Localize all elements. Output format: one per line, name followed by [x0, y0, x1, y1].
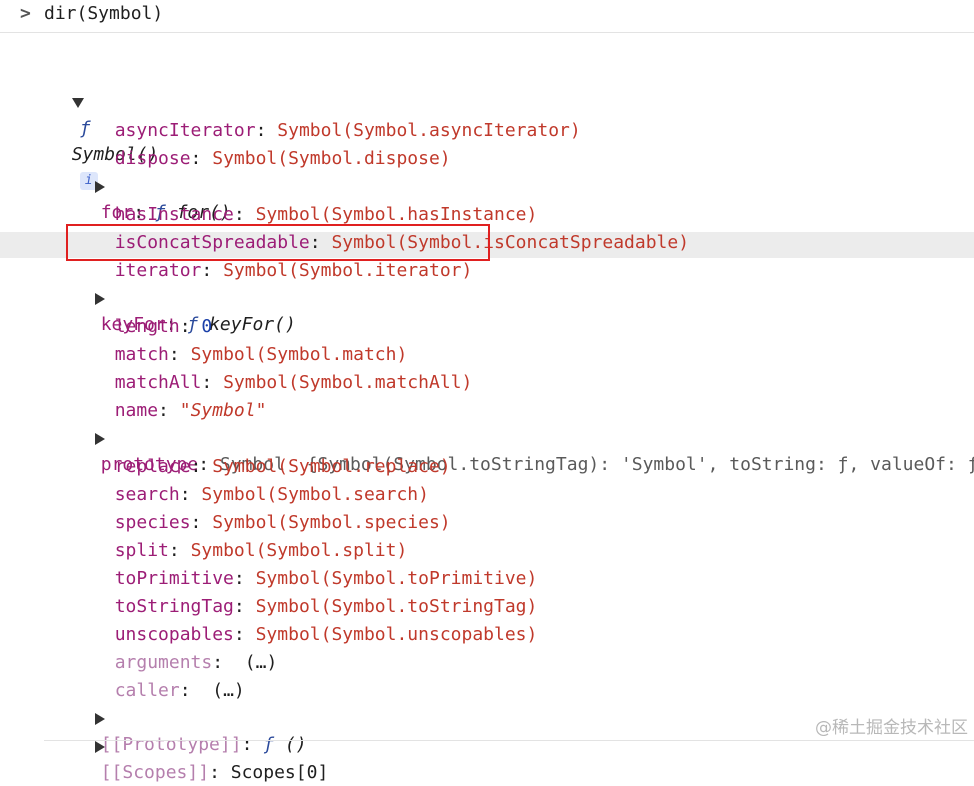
prop-row-match[interactable]: match: Symbol(Symbol.match)	[93, 316, 408, 365]
prop-key: [[Prototype]]	[100, 734, 242, 755]
prop-row-unscopables[interactable]: unscopables: Symbol(Symbol.unscopables)	[93, 596, 538, 645]
prop-row-matchAll[interactable]: matchAll: Symbol(Symbol.matchAll)	[93, 344, 473, 393]
prop-value: Symbol(Symbol.dispose)	[212, 148, 451, 169]
prop-row-search[interactable]: search: Symbol(Symbol.search)	[93, 456, 429, 505]
prop-row-name[interactable]: name: "Symbol"	[93, 372, 267, 421]
watermark: @稀土掘金技术社区	[815, 718, 968, 738]
prop-row-prototype-internal[interactable]: [[Prototype]]: ƒ ()	[73, 680, 307, 755]
expand-right-icon[interactable]	[94, 741, 105, 753]
function-glyph: ƒ	[79, 118, 91, 139]
tree-root[interactable]: ƒ Symbol() i	[50, 64, 158, 190]
prop-row-replace[interactable]: replace: Symbol(Symbol.replace)	[93, 428, 451, 477]
prop-row-scopes[interactable]: [[Scopes]]: Scopes[0]	[73, 708, 328, 783]
lazy-getter-value[interactable]: (…)	[245, 652, 278, 673]
prop-row-length[interactable]: length: 0	[93, 288, 213, 337]
console-command: dir(Symbol)	[44, 3, 164, 24]
prop-row-dispose[interactable]: dispose: Symbol(Symbol.dispose)	[93, 120, 451, 169]
function-glyph: ƒ	[263, 734, 275, 755]
divider	[44, 740, 974, 741]
prop-value: Scopes[0]	[230, 762, 329, 783]
prop-key: [[Scopes]]	[100, 762, 210, 783]
prop-row-species[interactable]: species: Symbol(Symbol.species)	[93, 484, 451, 533]
expand-down-icon[interactable]	[71, 98, 84, 108]
prop-row-keyFor[interactable]: keyFor: ƒ keyFor()	[73, 260, 296, 335]
prop-value: ()	[284, 734, 307, 755]
prop-row-prototype[interactable]: prototype: Symbol {Symbol(Symbol.toStrin…	[73, 400, 974, 475]
prop-row-caller[interactable]: caller: (…)	[93, 652, 245, 701]
prop-row-toPrimitive[interactable]: toPrimitive: Symbol(Symbol.toPrimitive)	[93, 540, 538, 589]
prop-row-hasInstance[interactable]: hasInstance: Symbol(Symbol.hasInstance)	[93, 176, 538, 225]
console-input-row: > dir(Symbol)	[0, 0, 974, 33]
prop-value: Symbol(Symbol.unscopables)	[255, 624, 538, 645]
annotation-highlight-box	[66, 224, 490, 261]
prop-row-asyncIterator[interactable]: asyncIterator: Symbol(Symbol.asyncIterat…	[93, 92, 581, 141]
prompt-caret-icon: >	[20, 3, 31, 24]
prop-row-arguments[interactable]: arguments: (…)	[93, 624, 278, 673]
prop-row-for[interactable]: for: ƒ for()	[73, 148, 231, 223]
prop-row-toStringTag[interactable]: toStringTag: Symbol(Symbol.toStringTag)	[93, 568, 538, 617]
prop-row-split[interactable]: split: Symbol(Symbol.split)	[93, 512, 408, 561]
